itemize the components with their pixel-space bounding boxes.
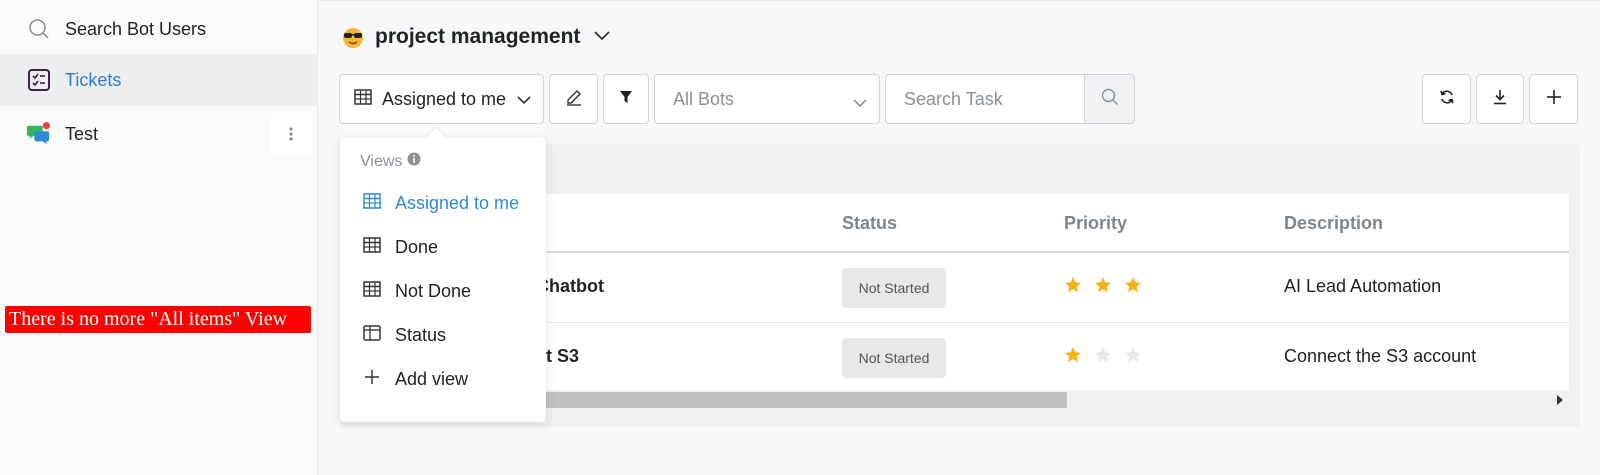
- views-dropdown: Views Assigned to me Done Not Done Statu…: [340, 138, 546, 422]
- priority-stars[interactable]: [1064, 346, 1142, 364]
- annotation-note: There is no more "All items" View: [5, 306, 311, 333]
- view-select[interactable]: Assigned to me: [339, 74, 544, 124]
- bots-select[interactable]: All Bots: [654, 74, 880, 124]
- kebab-icon: [289, 127, 293, 141]
- table-icon: [363, 193, 381, 214]
- refresh-button[interactable]: [1422, 74, 1471, 124]
- download-icon: [1492, 89, 1508, 110]
- sidebar: Search Bot Users Tickets Test: [0, 0, 318, 475]
- column-header-status[interactable]: Status: [842, 213, 897, 234]
- plus-icon: [1546, 89, 1562, 110]
- views-heading: Views: [360, 152, 421, 171]
- columns-icon: [363, 325, 381, 346]
- view-option-label: Assigned to me: [395, 193, 520, 213]
- search-task-button[interactable]: [1084, 74, 1135, 124]
- sidebar-search-label: Search Bot Users: [65, 18, 207, 39]
- chevron-down-icon: [594, 28, 611, 46]
- column-header-priority[interactable]: Priority: [1064, 213, 1127, 234]
- filter-icon: [619, 90, 633, 109]
- sidebar-item-test-label: Test: [65, 123, 99, 144]
- sidebar-item-tickets[interactable]: Tickets: [0, 54, 317, 106]
- sidebar-search[interactable]: Search Bot Users: [0, 3, 317, 55]
- task-description: AI Lead Automation: [1284, 276, 1442, 296]
- view-option-done[interactable]: Done: [363, 237, 438, 258]
- chat-bubbles-icon: [27, 122, 51, 146]
- plus-icon: [363, 369, 381, 390]
- view-select-label: Assigned to me: [382, 88, 507, 109]
- table-icon: [363, 281, 381, 302]
- search-icon: [1101, 88, 1119, 111]
- chevron-down-icon: [517, 92, 531, 110]
- star-empty-icon[interactable]: [1124, 346, 1142, 364]
- add-task-button[interactable]: [1529, 74, 1578, 124]
- sunglasses-emoji-icon: [341, 25, 365, 49]
- scroll-right-arrow-icon[interactable]: [1557, 395, 1563, 405]
- search-icon: [27, 17, 51, 41]
- bots-select-label: All Bots: [673, 88, 735, 109]
- status-badge[interactable]: Not Started: [842, 338, 946, 378]
- project-switcher[interactable]: project management: [341, 25, 611, 49]
- star-filled-icon[interactable]: [1094, 276, 1112, 294]
- status-badge[interactable]: Not Started: [842, 268, 946, 308]
- more-options-button[interactable]: [270, 114, 312, 154]
- checklist-icon: [27, 68, 51, 92]
- priority-stars[interactable]: [1064, 276, 1142, 294]
- filter-button[interactable]: [603, 74, 649, 124]
- refresh-icon: [1439, 89, 1455, 110]
- view-option-label: Not Done: [395, 281, 472, 301]
- view-option-label: Status: [395, 325, 447, 345]
- pencil-icon: [565, 88, 583, 111]
- star-filled-icon[interactable]: [1124, 276, 1142, 294]
- view-option-label: Done: [395, 237, 439, 257]
- column-header-description[interactable]: Description: [1284, 213, 1383, 234]
- view-option-assigned-to-me[interactable]: Assigned to me: [363, 193, 519, 214]
- view-option-label: Add view: [395, 369, 469, 389]
- task-description: Connect the S3 account: [1284, 346, 1477, 366]
- view-option-not-done[interactable]: Not Done: [363, 281, 471, 302]
- sidebar-item-tickets-label: Tickets: [65, 69, 122, 90]
- edit-view-button[interactable]: [549, 74, 598, 124]
- project-title: project management: [375, 25, 581, 48]
- views-heading-label: Views: [360, 152, 403, 170]
- search-task-placeholder: Search Task: [904, 88, 1003, 109]
- search-task-input[interactable]: Search Task: [885, 74, 1085, 124]
- download-button[interactable]: [1476, 74, 1524, 124]
- task-name[interactable]: Chatbot: [536, 276, 604, 297]
- star-filled-icon[interactable]: [1064, 276, 1082, 294]
- chevron-down-icon: [853, 92, 867, 113]
- table-icon: [354, 88, 372, 110]
- view-option-status[interactable]: Status: [363, 325, 446, 346]
- info-icon[interactable]: [407, 152, 421, 171]
- table-icon: [363, 237, 381, 258]
- star-empty-icon[interactable]: [1094, 346, 1112, 364]
- star-filled-icon[interactable]: [1064, 346, 1082, 364]
- sidebar-item-test[interactable]: Test: [0, 108, 317, 160]
- add-view-option[interactable]: Add view: [363, 369, 468, 390]
